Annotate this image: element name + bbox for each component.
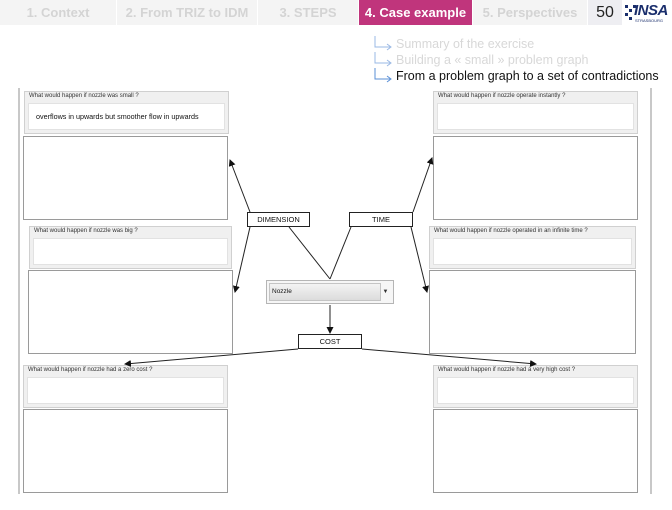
element-select-value: Nozzle [269, 283, 381, 301]
element-select[interactable]: Nozzle ▼ [266, 280, 394, 304]
parameter-cost[interactable]: COST [298, 334, 362, 349]
parameter-time[interactable]: TIME [349, 212, 413, 227]
chevron-down-icon[interactable]: ▼ [380, 283, 391, 301]
parameter-dimension[interactable]: DIMENSION [247, 212, 310, 227]
graph-connectors [124, 157, 537, 367]
